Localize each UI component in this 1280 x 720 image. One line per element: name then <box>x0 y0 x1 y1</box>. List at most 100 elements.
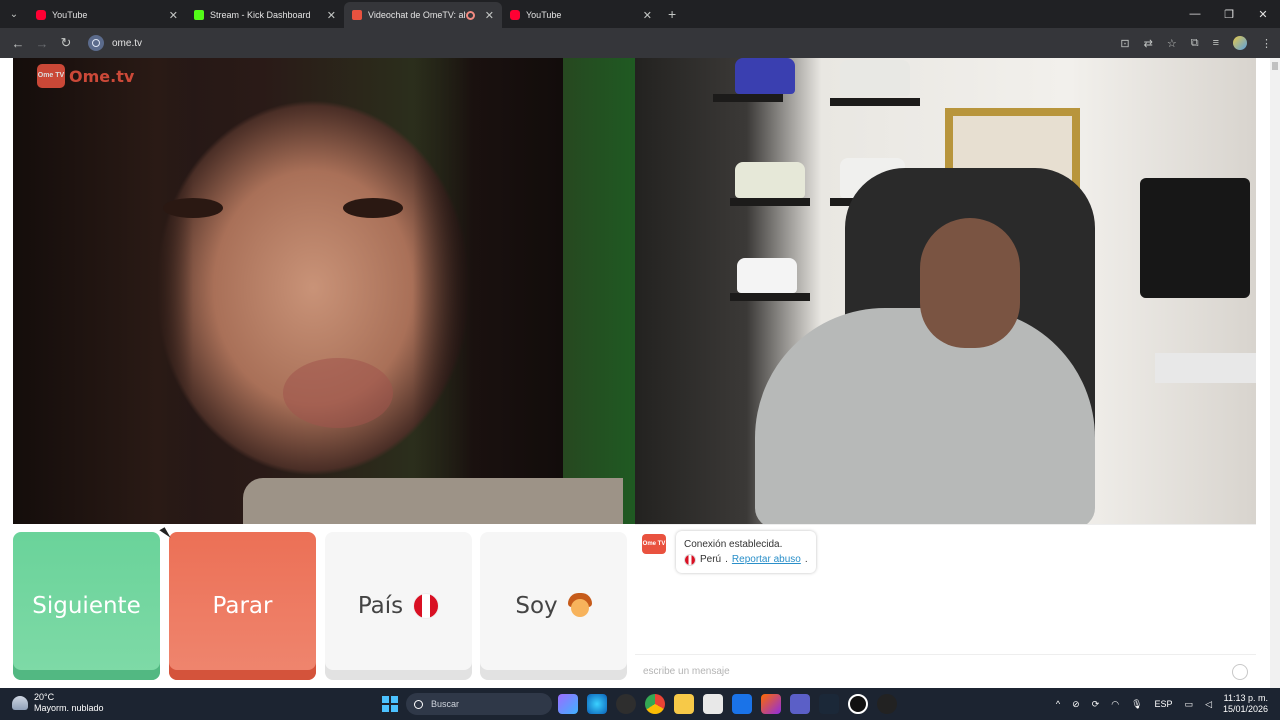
cloud-icon <box>12 696 28 710</box>
wifi-icon[interactable]: ◠ <box>1111 699 1119 710</box>
video-region <box>730 198 810 206</box>
language-indicator[interactable]: ESP <box>1155 699 1173 709</box>
tab-search-button[interactable]: ⌄ <box>0 0 28 28</box>
gender-button[interactable]: Soy <box>480 532 627 680</box>
site-info-icon[interactable] <box>88 35 104 51</box>
system-tray: ^ ⊘ ⟳ ◠ 🎙 ESP ▭ ◁ <box>1056 688 1212 720</box>
youtube-icon <box>510 10 520 20</box>
clock-date: 15/01/2026 <box>1222 704 1268 714</box>
connection-status: Conexión establecida. <box>684 539 783 550</box>
teams-icon[interactable] <box>790 694 810 714</box>
video-region <box>737 258 797 293</box>
sync-icon[interactable]: ⟳ <box>1092 699 1100 710</box>
report-suffix: . <box>804 554 808 565</box>
close-window-button[interactable]: ✕ <box>1246 0 1280 28</box>
peru-flag-icon <box>413 593 440 619</box>
tab-title: Stream - Kick Dashboard <box>210 10 311 20</box>
address-bar[interactable]: ome.tv <box>84 32 1084 54</box>
video-region <box>283 358 393 428</box>
video-region <box>713 94 783 102</box>
restore-button[interactable]: ❐ <box>1212 0 1246 28</box>
mic-icon[interactable]: 🎙 <box>1131 699 1142 710</box>
obs-icon[interactable] <box>616 694 636 714</box>
os-taskbar: 20°C Mayorm. nublado Buscar ^ ⊘ ⟳ ◠ 🎙 ES… <box>0 688 1280 720</box>
weather-widget[interactable]: 20°C Mayorm. nublado <box>12 692 104 714</box>
tab-ometv[interactable]: Videochat de OmeTV: altern ✕ <box>344 2 502 28</box>
video-region <box>413 58 563 524</box>
country-label: País <box>357 593 404 619</box>
emoji-icon[interactable] <box>1232 664 1248 680</box>
app-icon[interactable] <box>848 694 868 714</box>
video-region <box>343 198 403 218</box>
close-icon[interactable]: ✕ <box>643 9 652 22</box>
search-placeholder: Buscar <box>431 699 460 709</box>
report-abuse-link[interactable]: Reportar abuso <box>732 552 801 567</box>
edge-icon[interactable] <box>587 694 607 714</box>
extensions-icon[interactable]: ⧉ <box>1191 37 1199 50</box>
reload-icon[interactable]: ↻ <box>54 31 78 55</box>
stranger-video: Ome TV Ome.tv <box>13 58 635 524</box>
chrome-icon[interactable] <box>645 694 665 714</box>
mail-icon[interactable] <box>732 694 752 714</box>
close-icon[interactable]: ✕ <box>169 9 178 22</box>
control-buttons: Siguiente Parar País Soy <box>13 532 627 680</box>
store-icon[interactable] <box>703 694 723 714</box>
close-icon[interactable]: ✕ <box>327 9 336 22</box>
forward-icon[interactable]: → <box>30 31 54 55</box>
close-icon[interactable]: ✕ <box>485 9 494 22</box>
logitech-icon[interactable] <box>877 694 897 714</box>
windows-start-icon[interactable] <box>382 696 398 712</box>
page-viewport: Ome TV Ome.tv Siguiente Parar País Soy O… <box>0 58 1280 688</box>
video-region <box>163 198 223 218</box>
video-region <box>243 478 623 524</box>
pinned-apps <box>558 694 897 714</box>
minimize-button[interactable]: — <box>1178 0 1212 28</box>
video-region <box>735 162 805 198</box>
profile-avatar[interactable] <box>1233 36 1247 50</box>
separator: . <box>725 554 728 565</box>
message-input[interactable]: escribe un mensaje <box>635 654 1256 688</box>
scroll-thumb[interactable] <box>1272 62 1278 70</box>
search-icon <box>414 699 423 709</box>
message-placeholder: escribe un mensaje <box>643 666 730 677</box>
video-region <box>920 218 1020 348</box>
bookmark-star-icon[interactable]: ☆ <box>1167 37 1177 50</box>
new-tab-button[interactable]: + <box>660 6 684 22</box>
tab-youtube-1[interactable]: YouTube ✕ <box>28 2 186 28</box>
country-button[interactable]: País <box>325 532 472 680</box>
recording-icon <box>465 10 475 20</box>
app-icon[interactable] <box>761 694 781 714</box>
video-region <box>840 60 910 96</box>
volume-icon[interactable]: ◁ <box>1205 699 1212 710</box>
back-icon[interactable]: ← <box>6 31 30 55</box>
tab-title: YouTube <box>52 10 88 20</box>
stop-button[interactable]: Parar <box>169 532 316 680</box>
file-explorer-icon[interactable] <box>674 694 694 714</box>
next-button[interactable]: Siguiente <box>13 532 160 680</box>
boy-avatar-icon <box>567 593 592 619</box>
window-controls: — ❐ ✕ <box>1178 0 1280 28</box>
weather-desc: Mayorm. nublado <box>34 703 104 713</box>
tab-youtube-2[interactable]: YouTube ✕ <box>502 2 660 28</box>
menu-icon[interactable]: ⋮ <box>1261 37 1272 50</box>
steam-icon[interactable] <box>819 694 839 714</box>
tab-kick[interactable]: Stream - Kick Dashboard ✕ <box>186 2 344 28</box>
network-icon[interactable]: ⊘ <box>1072 699 1080 710</box>
video-region <box>1140 178 1250 298</box>
stop-label: Parar <box>212 593 273 619</box>
copilot-icon[interactable] <box>558 694 578 714</box>
kick-icon <box>194 10 204 20</box>
chevron-up-icon[interactable]: ^ <box>1056 699 1060 709</box>
install-app-icon[interactable]: ⊡ <box>1120 37 1129 50</box>
ometv-icon <box>352 10 362 20</box>
page-scrollbar[interactable] <box>1270 58 1280 688</box>
tab-title: Videochat de OmeTV: altern <box>368 10 466 20</box>
media-controls-icon[interactable]: ≡ <box>1213 37 1219 49</box>
browser-toolbar: ← → ↻ ome.tv ⊡ ⇄ ☆ ⧉ ≡ ⋮ <box>0 28 1280 58</box>
taskbar-search[interactable]: Buscar <box>406 693 552 715</box>
clock[interactable]: 11:13 p. m. 15/01/2026 <box>1223 693 1268 715</box>
display-icon[interactable]: ▭ <box>1185 699 1194 710</box>
video-region <box>13 58 193 524</box>
translate-icon[interactable]: ⇄ <box>1144 37 1153 50</box>
toolbar-actions: ⊡ ⇄ ☆ ⧉ ≡ ⋮ <box>1120 28 1272 58</box>
